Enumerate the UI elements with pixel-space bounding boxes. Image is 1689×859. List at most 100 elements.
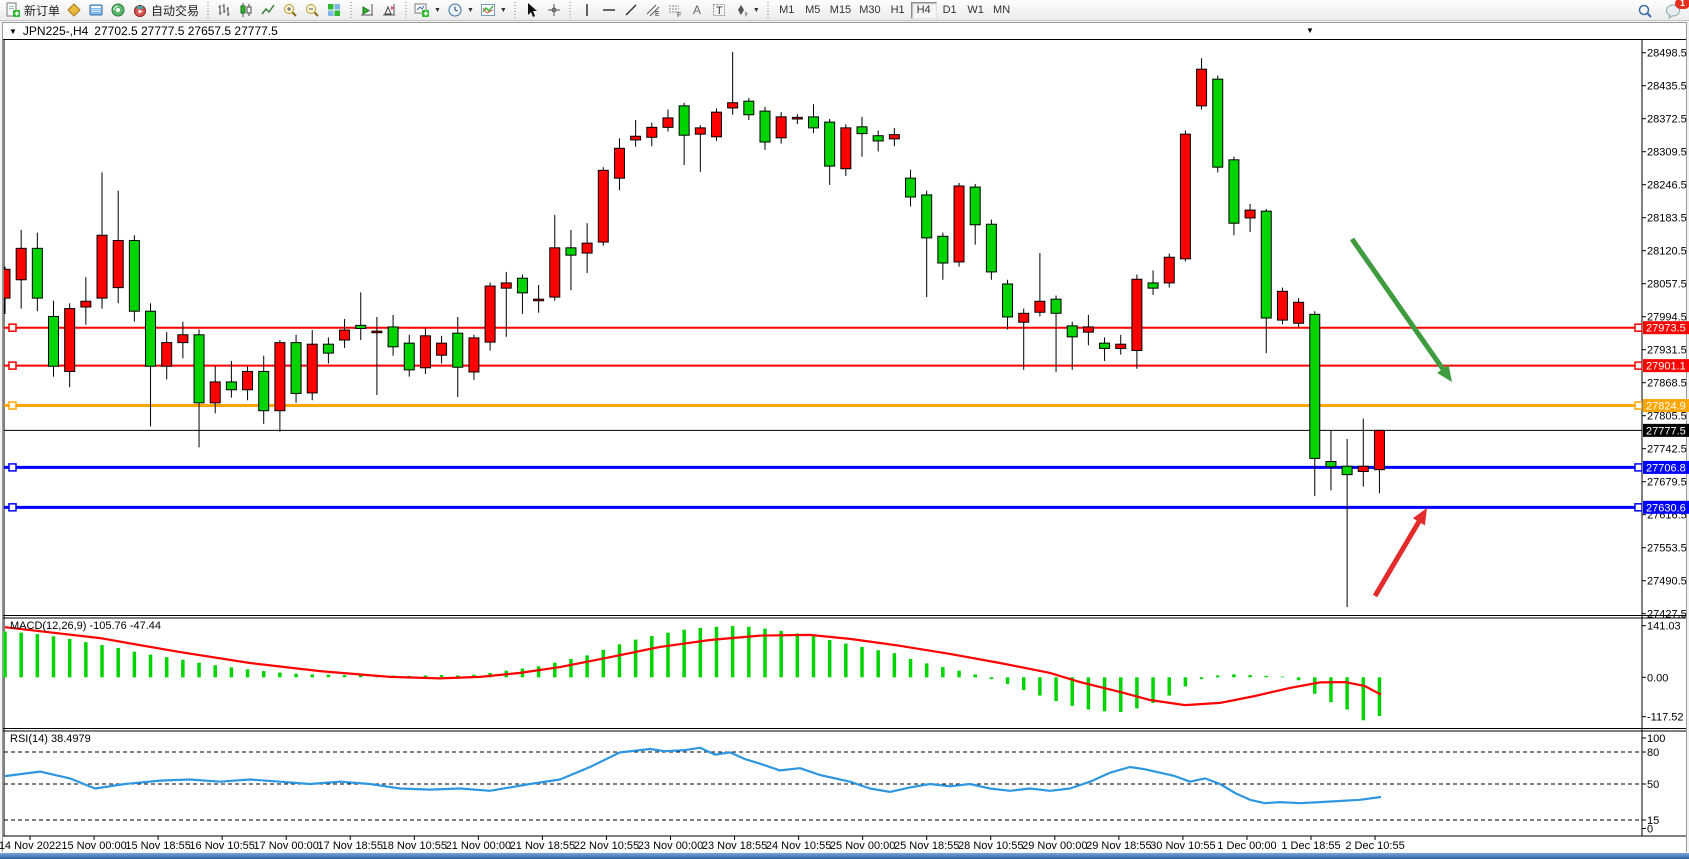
macd-tick-label: 0.00 <box>1647 672 1668 684</box>
candle-body <box>388 327 398 347</box>
candle <box>598 167 608 246</box>
time-tick-label: 24 Nov 10:55 <box>766 840 831 852</box>
candle <box>1294 298 1304 327</box>
line-handle[interactable] <box>9 504 16 511</box>
bottom-scrollbar[interactable] <box>0 853 1689 859</box>
candle <box>420 328 430 374</box>
line-handle[interactable] <box>9 362 16 369</box>
candle-body <box>809 117 819 128</box>
line-handle[interactable] <box>9 324 16 331</box>
price-tag-label: 27630.6 <box>1646 502 1686 514</box>
price-tick-label: 28120.5 <box>1647 246 1687 258</box>
price-tag-label: 27706.8 <box>1646 462 1686 474</box>
price-tick-label: 28057.5 <box>1647 279 1687 291</box>
price-tag-label: 27901.1 <box>1646 361 1686 373</box>
candle-body <box>663 118 673 127</box>
price-tick-label: 28498.5 <box>1647 48 1687 60</box>
price-tick-label: 27868.5 <box>1647 378 1687 390</box>
candle-body <box>1051 299 1061 313</box>
line-handle[interactable] <box>1635 464 1642 471</box>
candle-body <box>1374 430 1384 469</box>
macd-tick-label: 141.03 <box>1647 621 1681 633</box>
price-tag-label: 27824.9 <box>1646 401 1686 413</box>
candle-body <box>32 248 42 298</box>
time-tick-label: 17 Nov 00:00 <box>253 840 318 852</box>
time-tick-label: 28 Nov 10:55 <box>958 840 1023 852</box>
candle-body <box>792 117 802 119</box>
hline-price-tag[interactable]: 27706.8 <box>1643 461 1689 475</box>
candle-body <box>275 343 285 411</box>
candle-body <box>1197 69 1207 106</box>
candle-body <box>728 103 738 108</box>
price-tick-label: 27679.5 <box>1647 477 1687 489</box>
macd-tick-label: -117.52 <box>1647 712 1684 724</box>
hline-price-tag[interactable]: 27630.6 <box>1643 501 1689 515</box>
candle-body <box>841 128 851 169</box>
time-tick-label: 21 Nov 00:00 <box>446 840 511 852</box>
price-tick-label: 28435.5 <box>1647 81 1687 93</box>
line-handle[interactable] <box>1635 324 1642 331</box>
price-tick-label: 27931.5 <box>1647 345 1687 357</box>
time-tick-label: 25 Nov 18:55 <box>894 840 959 852</box>
candle <box>485 282 495 350</box>
hline-price-tag[interactable]: 27973.5 <box>1643 321 1689 335</box>
candle-body <box>1213 79 1223 167</box>
time-tick-label: 23 Nov 18:55 <box>702 840 767 852</box>
candle-body <box>1019 313 1029 322</box>
current-price-tag[interactable]: 27777.5 <box>1643 424 1689 438</box>
candle-body <box>356 325 366 328</box>
candle <box>1213 75 1223 172</box>
candle <box>129 235 139 321</box>
candle-body <box>1229 160 1239 223</box>
candle-body <box>1358 466 1368 471</box>
time-tick-label: 30 Nov 10:55 <box>1150 840 1215 852</box>
time-tick-label: 21 Nov 18:55 <box>510 840 575 852</box>
time-tick-label: 22 Nov 10:55 <box>574 840 639 852</box>
candle-body <box>938 236 948 263</box>
line-handle[interactable] <box>9 464 16 471</box>
time-tick-label: 1 Dec 00:00 <box>1217 840 1276 852</box>
time-tick-label: 2 Dec 10:55 <box>1345 840 1404 852</box>
time-tick-label: 15 Nov 00:00 <box>61 840 126 852</box>
time-tick-label: 16 Nov 10:55 <box>189 840 254 852</box>
price-tag-label: 27973.5 <box>1646 323 1686 335</box>
candle-body <box>695 128 705 134</box>
hline-price-tag[interactable]: 27824.9 <box>1643 399 1689 413</box>
candle-body <box>340 330 350 340</box>
candle-body <box>1116 344 1126 348</box>
candle-body <box>1067 326 1077 337</box>
candle-body <box>889 135 899 139</box>
candle-body <box>146 311 156 366</box>
candle <box>1277 288 1287 325</box>
price-tick-label: 27427.5 <box>1647 609 1687 621</box>
candle-body <box>81 301 91 307</box>
candle-body <box>776 117 786 138</box>
rsi-tick-label: 80 <box>1647 747 1659 759</box>
hline-price-tag[interactable]: 27901.1 <box>1643 359 1689 373</box>
candle-body <box>1326 462 1336 467</box>
price-tick-label: 27490.5 <box>1647 576 1687 588</box>
time-tick-label: 29 Nov 00:00 <box>1022 840 1087 852</box>
candle-body <box>711 112 721 137</box>
candle-body <box>1245 210 1255 218</box>
candle-body <box>922 195 932 238</box>
candle-body <box>1294 302 1304 323</box>
candle-body <box>178 335 188 343</box>
candle <box>986 220 996 280</box>
candle-body <box>1277 291 1287 320</box>
candle-body <box>614 148 624 178</box>
chart-canvas[interactable]: 28498.528435.528372.528309.528246.528183… <box>0 0 1689 859</box>
candle-body <box>437 343 447 355</box>
candle-body <box>1180 134 1190 259</box>
line-handle[interactable] <box>1635 362 1642 369</box>
candle-body <box>1164 257 1174 283</box>
candle-body <box>857 127 867 134</box>
candle <box>711 108 721 140</box>
candle-body <box>420 336 430 368</box>
line-handle[interactable] <box>9 402 16 409</box>
line-handle[interactable] <box>1635 504 1642 511</box>
candle-body <box>49 316 59 366</box>
candle-body <box>453 333 463 367</box>
line-handle[interactable] <box>1635 402 1642 409</box>
candle-body <box>501 283 511 288</box>
